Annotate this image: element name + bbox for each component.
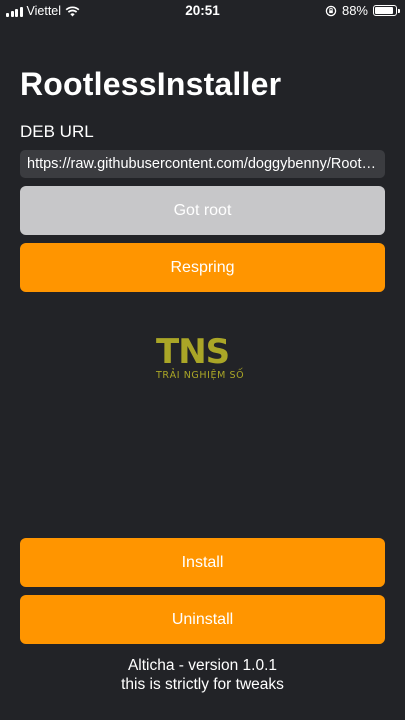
footer-note: this is strictly for tweaks — [121, 676, 284, 693]
got-root-label: Got root — [173, 201, 232, 219]
battery-percent: 88% — [341, 3, 368, 18]
battery-level — [375, 7, 393, 14]
page-title: RootlessInstaller — [20, 66, 282, 102]
respring-button[interactable]: Respring — [20, 243, 385, 292]
install-button[interactable]: Install — [20, 538, 385, 587]
deb-url-label: DEB URL — [20, 122, 94, 141]
uninstall-button[interactable]: Uninstall — [20, 595, 385, 644]
respring-label: Respring — [170, 258, 235, 276]
deb-url-input[interactable]: https://raw.githubusercontent.com/doggyb… — [20, 150, 385, 178]
uninstall-label: Uninstall — [171, 610, 234, 628]
status-right: 88% — [325, 3, 400, 18]
watermark-letters: TNS — [156, 332, 230, 372]
status-bar: Viettel 20:51 88% — [0, 0, 405, 22]
battery-icon — [373, 5, 400, 16]
watermark-logo: TNS TRẢI NGHIỆM SỐ — [156, 334, 248, 384]
watermark-subtitle: TRẢI NGHIỆM SỐ — [156, 370, 245, 381]
version-text: Alticha - version 1.0.1 — [127, 657, 278, 674]
install-label: Install — [181, 553, 224, 571]
got-root-button[interactable]: Got root — [20, 186, 385, 235]
app-screen: Viettel 20:51 88% RootlessInstaller DEB … — [0, 0, 405, 720]
orientation-lock-icon — [325, 5, 337, 16]
footer: Alticha - version 1.0.1 this is strictly… — [0, 656, 405, 694]
